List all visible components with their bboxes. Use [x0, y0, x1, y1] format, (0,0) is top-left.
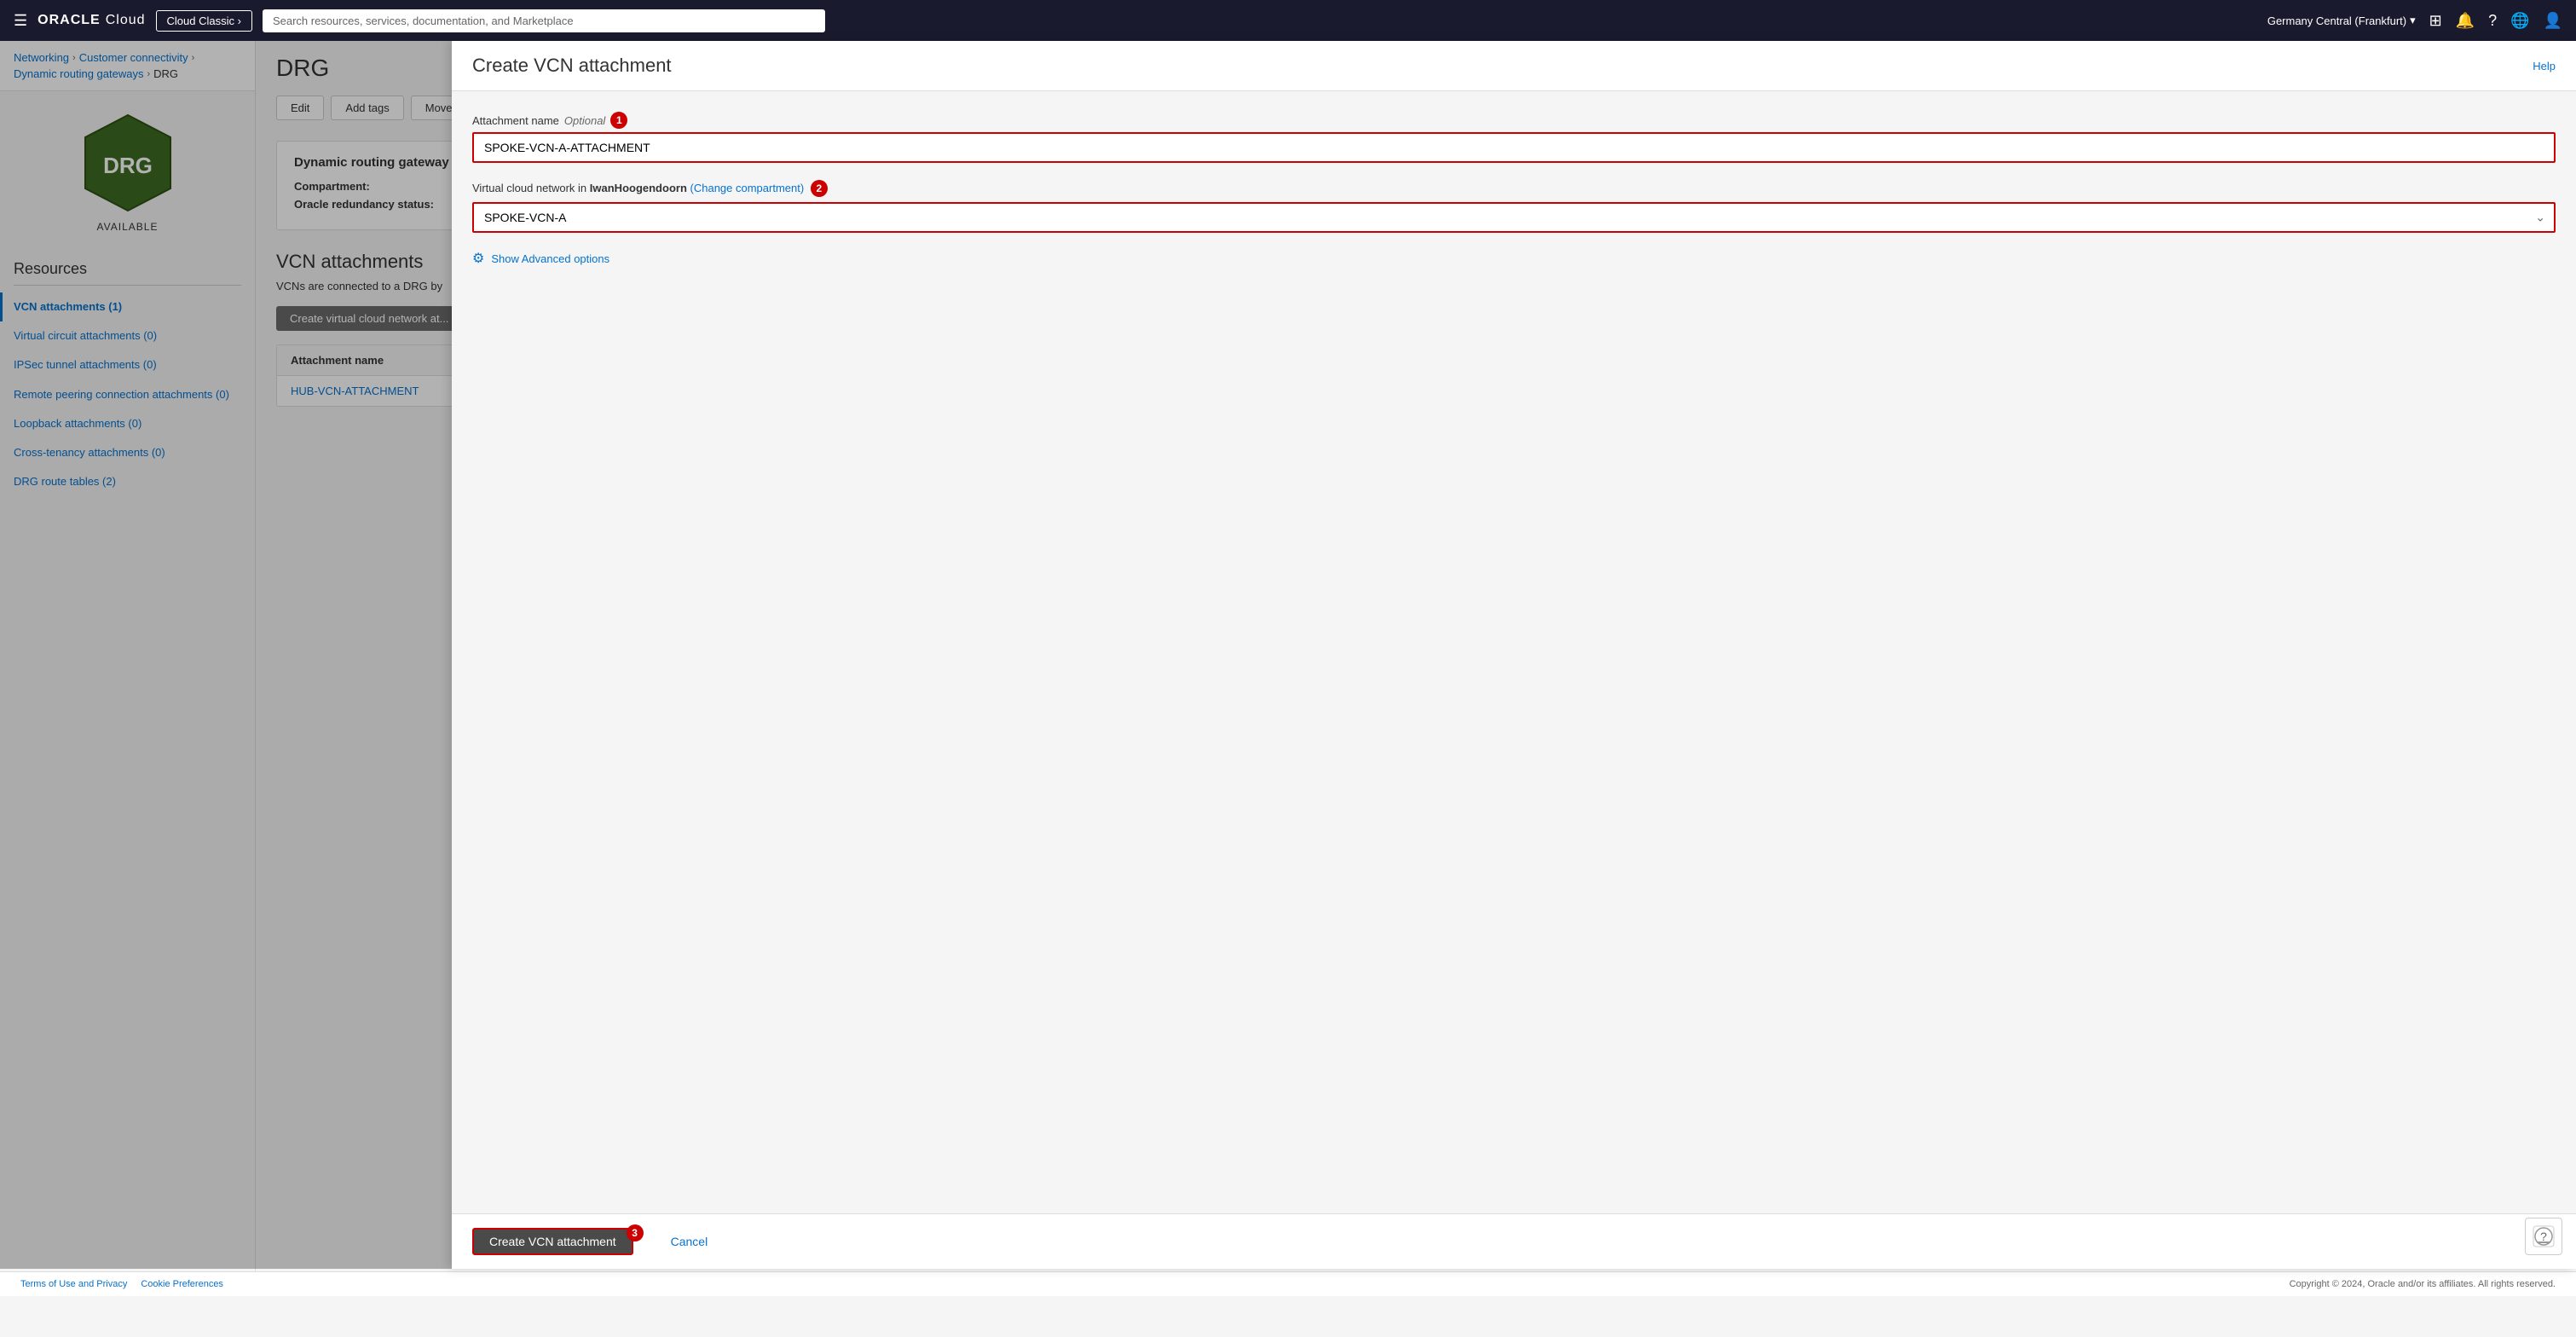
region-label: Germany Central (Frankfurt): [2267, 14, 2406, 27]
user-avatar[interactable]: 👤: [2544, 12, 2562, 30]
overlay-backdrop: Create VCN attachment Help Attachment na…: [0, 41, 2576, 1269]
top-navigation: ☰ ORACLE Cloud Cloud Classic › Search re…: [0, 0, 2576, 41]
console-icon[interactable]: ⊞: [2429, 12, 2442, 30]
advanced-options-icon: ⚙: [472, 250, 484, 267]
panel-help-link[interactable]: Help: [2533, 60, 2556, 72]
advanced-options-label: Show Advanced options: [491, 252, 609, 265]
attachment-name-optional: Optional: [564, 114, 605, 127]
footer: Terms of Use and Privacy Cookie Preferen…: [0, 1271, 2576, 1296]
attachment-name-label-row: Attachment name Optional 1: [472, 112, 2556, 129]
cancel-button[interactable]: Cancel: [671, 1235, 708, 1248]
panel-content: Attachment name Optional 1 Virtual cloud…: [452, 91, 2576, 1213]
nav-right: Germany Central (Frankfurt) ▾ ⊞ 🔔 ? 🌐 👤: [2267, 12, 2562, 30]
help-widget[interactable]: ?: [2525, 1218, 2562, 1255]
oracle-text: ORACLE: [38, 13, 101, 28]
change-compartment-link[interactable]: (Change compartment): [690, 182, 805, 194]
attachment-name-label: Attachment name: [472, 114, 559, 127]
hamburger-menu[interactable]: ☰: [14, 12, 27, 30]
panel-header: Create VCN attachment Help: [452, 41, 2576, 91]
language-icon[interactable]: 🌐: [2510, 12, 2529, 30]
oracle-logo: ORACLE Cloud: [38, 13, 145, 28]
compartment-name-text: IwanHoogendoorn: [590, 182, 687, 194]
copyright-text: Copyright © 2024, Oracle and/or its affi…: [2290, 1279, 2556, 1289]
cloud-classic-button[interactable]: Cloud Classic ›: [156, 10, 252, 32]
notification-icon[interactable]: 🔔: [2456, 12, 2475, 30]
slide-panel: Create VCN attachment Help Attachment na…: [452, 41, 2576, 1269]
panel-footer: Create VCN attachment 3 Cancel: [452, 1213, 2576, 1269]
create-vcn-attachment-button[interactable]: Create VCN attachment: [472, 1228, 633, 1255]
vcn-label: Virtual cloud network in: [472, 182, 590, 194]
vcn-label-row: Virtual cloud network in IwanHoogendoorn…: [472, 180, 2556, 197]
vcn-select-wrapper: SPOKE-VCN-A ⌄: [472, 202, 2556, 233]
svg-text:?: ?: [2540, 1230, 2547, 1243]
step-badge-1: 1: [610, 112, 627, 129]
panel-title: Create VCN attachment: [472, 55, 672, 77]
cloud-text: Cloud: [106, 13, 146, 28]
attachment-name-group: Attachment name Optional 1: [472, 112, 2556, 163]
search-bar[interactable]: Search resources, services, documentatio…: [263, 9, 825, 32]
step-badge-2: 2: [811, 180, 828, 197]
vcn-select[interactable]: SPOKE-VCN-A: [472, 202, 2556, 233]
attachment-name-input[interactable]: [472, 132, 2556, 163]
region-selector[interactable]: Germany Central (Frankfurt) ▾: [2267, 14, 2416, 27]
vcn-group: Virtual cloud network in IwanHoogendoorn…: [472, 180, 2556, 233]
cookie-link[interactable]: Cookie Preferences: [141, 1279, 223, 1289]
help-icon[interactable]: ?: [2488, 12, 2497, 30]
chevron-down-icon: ▾: [2410, 14, 2416, 27]
advanced-options-toggle[interactable]: ⚙ Show Advanced options: [472, 250, 2556, 267]
terms-link[interactable]: Terms of Use and Privacy: [20, 1279, 127, 1289]
step-badge-3: 3: [627, 1224, 644, 1242]
